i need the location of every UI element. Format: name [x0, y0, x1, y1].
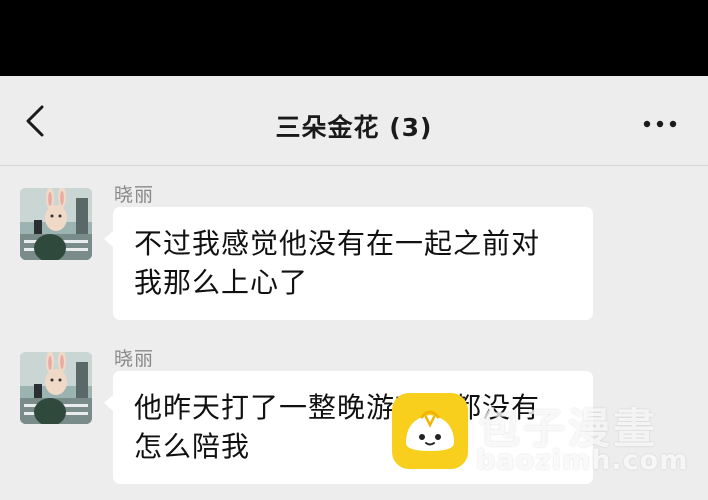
status-bar [0, 0, 708, 76]
sender-name: 晓丽 [114, 184, 155, 206]
back-button[interactable] [16, 104, 56, 138]
sender-name: 晓丽 [114, 348, 155, 370]
message-text-line: 他昨天打了一整晚游戏，都没有 [134, 391, 541, 424]
avatar[interactable] [20, 188, 92, 260]
chat-screen: 三朵金花 (3) 晓丽 不过我感觉他没有在一起之前对 我那么上心了 晓丽 他昨天… [0, 0, 708, 500]
message-text-line: 我那么上心了 [134, 266, 309, 299]
chevron-left-icon [26, 105, 44, 137]
message-bubble[interactable]: 他昨天打了一整晚游戏，都没有 怎么陪我 [104, 371, 593, 484]
avatar[interactable] [20, 352, 92, 424]
avatar-image [20, 352, 92, 424]
nav-bar: 三朵金花 (3) [0, 76, 708, 166]
message-text-line: 怎么陪我 [134, 430, 251, 463]
chat-title: 三朵金花 (3) [275, 113, 433, 142]
more-button[interactable] [640, 116, 680, 132]
message-text-line: 不过我感觉他没有在一起之前对 [134, 227, 541, 260]
more-horizontal-icon [643, 120, 677, 128]
avatar-image [20, 188, 92, 260]
message-bubble[interactable]: 不过我感觉他没有在一起之前对 我那么上心了 [104, 207, 593, 320]
